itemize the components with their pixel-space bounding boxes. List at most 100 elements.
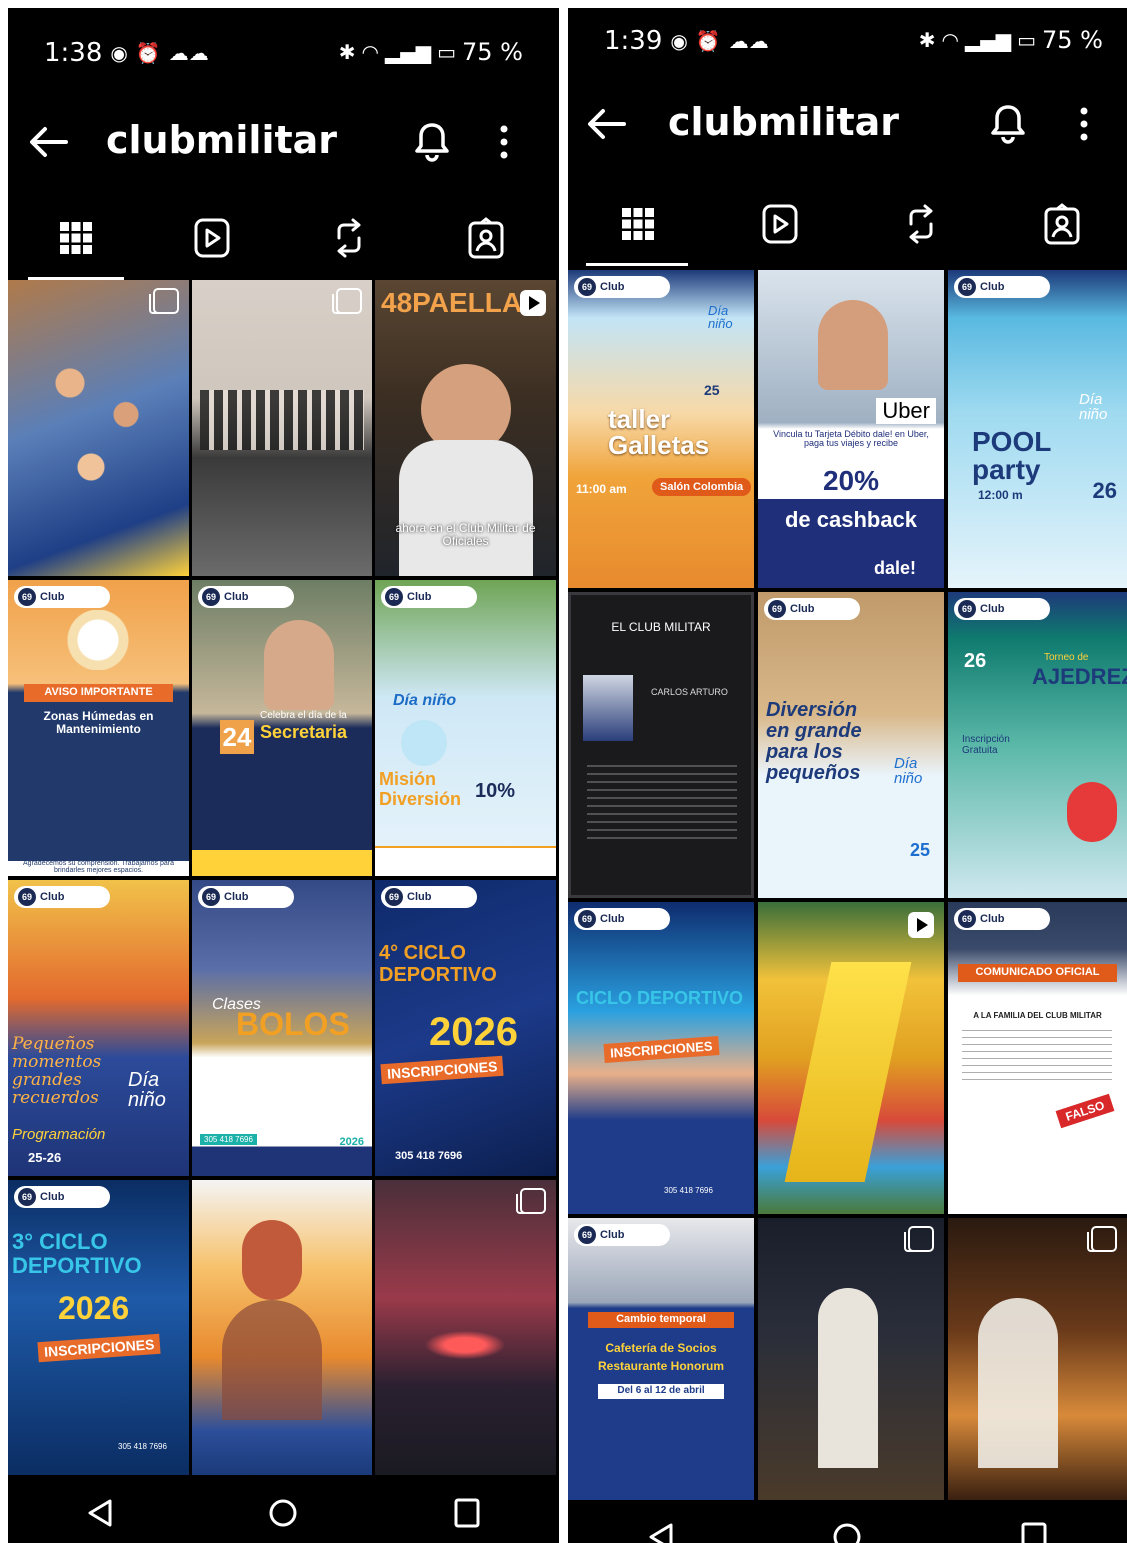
photo-ceremony	[978, 1298, 1058, 1468]
tile-title: Torneo de	[1044, 652, 1089, 663]
back-button[interactable]	[576, 94, 636, 154]
reel-icon	[520, 290, 546, 316]
photo-group	[200, 390, 364, 450]
more-options-button[interactable]	[1058, 94, 1110, 154]
phone-screen-right: 1:39 ◉ ⏰ ☁☁ ✱ ◠ ▂▄▆ ▭ 75 % clubmilitar 6…	[568, 8, 1127, 1543]
status-bar: 1:38 ◉ ⏰ ☁☁ ✱ ◠ ▂▄▆ ▭ 75 %	[8, 8, 559, 98]
square-recents-icon	[1021, 1522, 1047, 1543]
carousel-icon	[332, 288, 362, 314]
nav-recents-button[interactable]	[437, 1483, 497, 1543]
nav-home-button[interactable]	[817, 1507, 877, 1543]
tab-posts-grid[interactable]	[588, 184, 688, 264]
club-logo: 69 Club	[954, 908, 1050, 930]
nav-recents-button[interactable]	[1004, 1507, 1064, 1543]
post-tile[interactable]: 48PAELLAS ahora en el Club Militar de Of…	[375, 280, 556, 576]
profile-username: clubmilitar	[106, 118, 338, 162]
photo-woman	[264, 620, 334, 710]
tile-date: 25	[909, 840, 930, 860]
system-navigation-bar	[568, 1502, 1127, 1543]
tile-date: Del 6 al 12 de abril	[598, 1384, 724, 1399]
promo-percent: 20%	[822, 465, 880, 496]
tile-time: 11:00 am	[576, 482, 627, 496]
signal-icon: ▂▄▆	[964, 28, 1012, 52]
post-tile[interactable]: 69 Club Pequeños momentos grandes recuerd…	[8, 880, 189, 1176]
tab-reposts[interactable]	[301, 198, 397, 278]
post-tile[interactable]	[375, 1180, 556, 1475]
tile-caption: EL CLUB MILITAR	[611, 620, 711, 634]
club-logo: 69 Club	[954, 276, 1050, 298]
notifications-button[interactable]	[406, 112, 458, 172]
tab-reposts[interactable]	[871, 184, 971, 264]
grid-icon	[622, 208, 654, 240]
post-tile[interactable]: 69 Club 3° CICLO DEPORTIVO 2026 INSCRIPCI…	[8, 1180, 189, 1475]
tab-posts-grid[interactable]	[28, 198, 124, 278]
post-tile[interactable]	[8, 280, 189, 576]
post-tile[interactable]: Uber Vincula tu Tarjeta Débito dale! en …	[758, 270, 944, 588]
post-tile[interactable]: 69 Club 26 Torneo de AJEDREZ Inscripción …	[948, 592, 1127, 898]
cloud-icon: ☁☁	[728, 29, 769, 53]
tab-tagged[interactable]	[438, 198, 534, 278]
square-recents-icon	[454, 1498, 480, 1528]
tile-caption: Zonas Húmedas en Mantenimiento	[43, 709, 154, 736]
post-tile[interactable]	[758, 902, 944, 1214]
alarm-icon: ⏰	[135, 41, 161, 65]
promo-percent: 10%	[475, 780, 516, 802]
post-tile[interactable]	[948, 1218, 1127, 1500]
eye-icon: ◉	[110, 41, 128, 65]
post-tile[interactable]: EL CLUB MILITAR CARLOS ARTURO	[568, 592, 754, 898]
triangle-back-icon	[88, 1499, 112, 1527]
post-tile[interactable]: 69 Club Día niño POOL party 12:00 m 26	[948, 270, 1127, 588]
more-options-button[interactable]	[478, 112, 530, 172]
tab-reels[interactable]	[164, 198, 260, 278]
carousel-icon	[149, 288, 179, 314]
club-logo: 69 Club	[381, 886, 477, 908]
tile-title: Día niño	[128, 1069, 166, 1111]
back-button[interactable]	[18, 112, 78, 172]
post-tile[interactable]: 69 Club Clases BOLOS 305 418 7696 2026	[192, 880, 372, 1176]
post-tile[interactable]: 69 Club Cambio temporal Cafetería de Soci…	[568, 1218, 754, 1500]
tile-year: 2026	[339, 1136, 364, 1148]
club-logo: 69 Club	[954, 598, 1050, 620]
repost-icon	[909, 204, 933, 244]
post-tile[interactable]	[758, 1218, 944, 1500]
tab-reels[interactable]	[730, 184, 830, 264]
arrow-left-icon	[30, 127, 68, 157]
reels-icon	[762, 204, 798, 244]
mascot-illustration	[1067, 782, 1117, 842]
post-tile[interactable]: 69 Club 24 Celebra el día de la Secretari…	[192, 580, 372, 876]
tile-phone: 305 418 7696	[200, 1134, 257, 1145]
post-tile[interactable]	[192, 1180, 372, 1475]
post-tile[interactable]: 69 Club COMUNICADO OFICIAL A LA FAMILIA D…	[948, 902, 1127, 1214]
post-tile[interactable]: 69 Club 4° CICLO DEPORTIVO 2026 INSCRIPCI…	[375, 880, 556, 1176]
bluetooth-icon: ✱	[338, 40, 356, 64]
tile-sub: Vincula tu Tarjeta Débito dale! en Uber,…	[773, 429, 929, 449]
tile-title: AVISO IMPORTANTE	[24, 684, 173, 702]
post-tile[interactable]: 69 Club CICLO DEPORTIVO INSCRIPCIONES 305…	[568, 902, 754, 1214]
nav-home-button[interactable]	[253, 1483, 313, 1543]
signal-icon: ▂▄▆	[384, 40, 432, 64]
tile-caption: Secretaria	[260, 722, 348, 742]
tile-caption: INSCRIPCIONES	[603, 1036, 720, 1063]
tab-tagged[interactable]	[1012, 184, 1112, 264]
tile-footer: Agradecemos su comprensión. Trabajamos p…	[23, 860, 174, 875]
tile-caption: POOL party	[972, 426, 1051, 485]
cloud-mascot	[401, 720, 447, 766]
tile-title: Día niño	[393, 692, 457, 709]
tile-title: COMUNICADO OFICIAL	[958, 964, 1117, 982]
post-tile[interactable]: 69 Club Día niño 25 taller Galletas 11:00…	[568, 270, 754, 588]
post-tile[interactable]	[192, 280, 372, 576]
notifications-button[interactable]	[982, 94, 1034, 154]
post-tile[interactable]: 69 Club Día niño Misión Diversión 10%	[375, 580, 556, 876]
post-tile[interactable]: 69 Club AVISO IMPORTANTE Zonas Húmedas en…	[8, 580, 189, 876]
tile-phone: 305 418 7696	[664, 1186, 713, 1195]
post-tile[interactable]: 69 Club Diversión en grande para los pequ…	[758, 592, 944, 898]
nav-back-button[interactable]	[631, 1507, 691, 1543]
reels-icon	[194, 218, 230, 258]
bluetooth-icon: ✱	[918, 28, 936, 52]
tile-sub: Programación	[12, 1126, 106, 1143]
club-logo: 69 Club	[381, 586, 477, 608]
club-logo: 69 Club	[14, 1186, 110, 1208]
tile-sub: Inscripción Gratuita	[962, 734, 1010, 756]
nav-back-button[interactable]	[70, 1483, 130, 1543]
tile-title: Día niño	[1079, 391, 1108, 423]
